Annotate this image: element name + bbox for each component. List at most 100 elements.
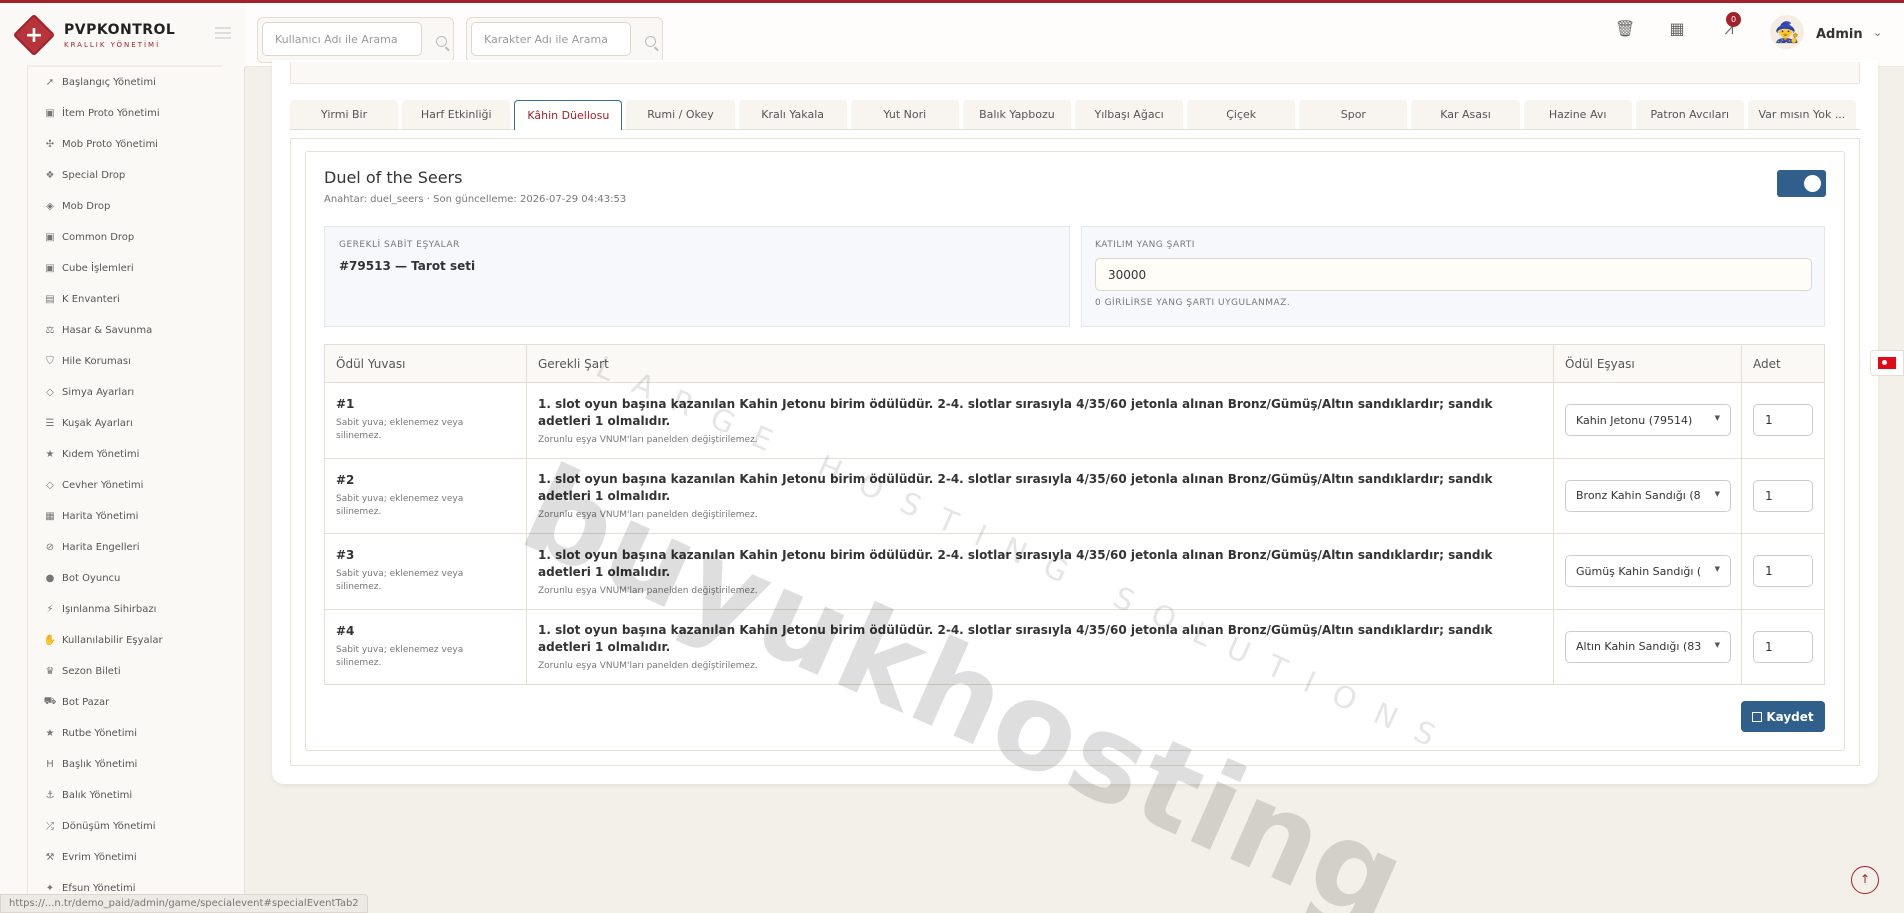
sidebar-item[interactable]: ✣ Mob Proto Yönetimi [28,129,240,160]
scroll-top-icon[interactable]: ↑ [1851,866,1879,894]
yang-input[interactable] [1095,258,1812,291]
condition-note: Zorunlu eşya VNUM'ları panelden değiştir… [538,661,758,672]
reward-item-select[interactable]: Gümüş Kahin Sandığı (▼ [1565,555,1731,588]
event-tab[interactable]: Harf Etkinliği [402,100,511,129]
sidebar-item[interactable]: ✋ Kullanılabilir Eşyalar [28,625,240,656]
chevron-down-icon[interactable]: ⌄ [1873,26,1882,39]
reward-item-select[interactable]: Bronz Kahin Sandığı (8 ▼ [1565,479,1731,512]
sidebar-item[interactable]: ★ Kıdem Yönetimi [28,439,240,470]
event-tab[interactable]: Var mısın Yok ... [1747,100,1856,129]
event-title: Duel of the Seers [324,168,463,187]
cart-icon: ⛟ [43,696,57,707]
shield-icon: ⛉ [46,356,54,367]
brand[interactable]: + PVPKONTROL KRALLIK YÖNETİMİ [0,3,245,67]
slot-note: Sabit yuva; eklenemez veya silinemez. [336,569,464,593]
event-tab[interactable]: Çiçek [1187,100,1296,129]
sidebar-item[interactable]: ➚ Başlangıç Yönetimi [28,67,240,98]
wand-icon: ⚒ [45,852,55,863]
user-search-input[interactable]: Kullanıcı Adı ile Arama [262,22,422,56]
sidebar-item[interactable]: ⚒ Evrim Yönetimi [28,842,240,873]
event-tab[interactable]: Spor [1299,100,1408,129]
reward-item-value: Bronz Kahin Sandığı (8 [1576,489,1701,503]
search-icon[interactable] [645,36,656,47]
calendar-icon[interactable]: ▦ [1667,19,1687,39]
sidebar-item[interactable]: ⊘ Harita Engelleri [28,532,240,563]
sidebar-item[interactable]: ◈ Mob Drop [28,191,240,222]
sidebar-item-label: Harita Engelleri [62,542,140,553]
sidebar-item-label: Işınlanma Sihirbazı [62,604,157,615]
sidebar-item[interactable]: ★ Rutbe Yönetimi [28,718,240,749]
sidebar-item[interactable]: ⚓ Balık Yönetimi [28,780,240,811]
event-tab[interactable]: Kralı Yakala [738,100,847,129]
event-tab[interactable]: Yirmi Bir [290,100,399,129]
sidebar-item[interactable]: ⛟ Bot Pazar [28,687,240,718]
qty-cell [1741,382,1825,459]
sidebar-item-label: Hasar & Savunma [62,325,153,336]
cube-icon: ▣ [45,263,55,274]
bag-icon: ◈ [46,201,54,212]
event-tab[interactable]: Rumi / Okey [626,100,735,129]
star-icon: ★ [45,449,55,460]
sidebar-item-label: Sezon Bileti [62,666,121,677]
item-cell: Gümüş Kahin Sandığı (▼ [1553,533,1742,610]
sidebar-item[interactable]: ⚡ Işınlanma Sihirbazı [28,594,240,625]
sidebar-item[interactable]: ❖ Special Drop [28,160,240,191]
condition-note: Zorunlu eşya VNUM'ları panelden değiştir… [538,434,758,445]
trash-icon[interactable]: 🗑 [1615,19,1635,39]
sidebar-item[interactable]: ● Bot Oyuncu [28,563,240,594]
quantity-input[interactable] [1753,479,1813,512]
event-tab[interactable]: Balık Yapbozu [962,100,1071,129]
gift-icon: ❖ [45,170,55,181]
sidebar-item[interactable]: ♛ Sezon Bileti [28,656,240,687]
save-button[interactable]: Kaydet [1741,701,1825,732]
slot-cell: #4 Sabit yuva; eklenemez veya silinemez. [324,608,527,685]
sidebar-item-label: Efsun Yönetimi [62,883,136,894]
sidebar-item[interactable]: H Başlık Yönetimi [28,749,240,780]
status-url: https://...n.tr/demo_paid/admin/game/spe… [0,894,368,913]
sidebar-item-label: Harita Yönetimi [62,511,139,522]
brand-title: PVPKONTROL [64,21,176,38]
slot-number: #2 [336,472,355,487]
sidebar-item[interactable]: ⤮ Dönüşüm Yönetimi [28,811,240,842]
sidebar-item-label: Cevher Yönetimi [62,480,144,491]
star-icon: ★ [45,728,55,739]
quantity-input[interactable] [1753,555,1813,588]
event-tab[interactable]: Kâhin Düellosu [514,100,623,130]
condition-text: 1. slot oyun başına kazanılan Kahin Jeto… [538,623,1493,655]
sidebar-item[interactable]: ▤ K Envanteri [28,284,240,315]
rocket-icon: ➚ [45,77,55,88]
gem-icon: ◇ [46,480,54,491]
event-tab[interactable]: Hazine Avı [1523,100,1632,129]
sidebar-item[interactable]: ◇ Cevher Yönetimi [28,470,240,501]
quantity-input[interactable] [1753,630,1813,663]
avatar[interactable]: 🧙 [1770,15,1804,49]
map-icon: ▦ [45,511,55,522]
required-items-label: GEREKLİ SABİT EŞYALAR [339,240,460,250]
event-enabled-toggle[interactable] [1777,170,1826,197]
chevron-down-icon: ▼ [1714,414,1720,423]
sidebar-toggle-icon[interactable] [215,27,231,39]
sidebar-item[interactable]: ▣ İtem Proto Yönetimi [28,98,240,129]
sidebar-item[interactable]: ▣ Common Drop [28,222,240,253]
condition-cell: 1. slot oyun başına kazanılan Kahin Jeto… [526,608,1554,685]
event-tab[interactable]: Kar Asası [1411,100,1520,129]
admin-name[interactable]: Admin [1816,27,1863,42]
search-icon[interactable] [436,36,447,47]
sidebar-item[interactable]: ◇ Simya Ayarları [28,377,240,408]
quantity-input[interactable] [1753,404,1813,437]
column-header: Ödül Yuvası [324,344,527,383]
toggle-knob [1804,175,1821,192]
reward-item-select[interactable]: Altın Kahin Sandığı (83 ▼ [1565,630,1731,663]
sidebar-item[interactable]: ☰ Kuşak Ayarları [28,408,240,439]
scale-icon: ⚖ [45,325,55,336]
event-tab[interactable]: Patron Avcıları [1635,100,1744,129]
language-flag[interactable] [1870,350,1904,376]
sidebar-item[interactable]: ⛉ Hile Koruması [28,346,240,377]
sidebar-item[interactable]: ▣ Cube İşlemleri [28,253,240,284]
event-tab[interactable]: Yut Nori [850,100,959,129]
sidebar-item[interactable]: ⚖ Hasar & Savunma [28,315,240,346]
character-search-input[interactable]: Karakter Adı ile Arama [471,22,631,56]
reward-item-select[interactable]: Kahin Jetonu (79514) ▼ [1565,404,1731,437]
sidebar-item[interactable]: ▦ Harita Yönetimi [28,501,240,532]
event-tab[interactable]: Yılbaşı Ağacı [1075,100,1184,129]
